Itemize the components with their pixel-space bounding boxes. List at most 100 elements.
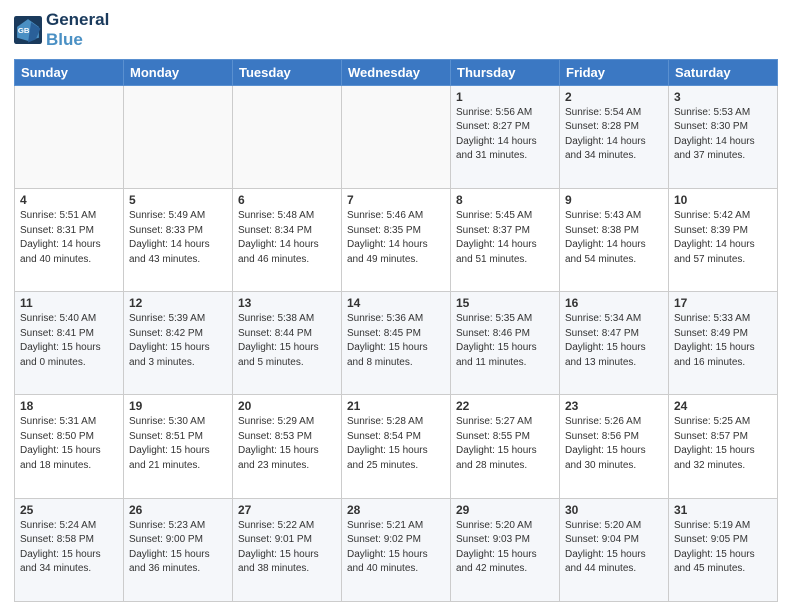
day-number: 29 — [456, 503, 554, 517]
calendar-cell: 18 Sunrise: 5:31 AM Sunset: 8:50 PM Dayli… — [15, 395, 124, 498]
day-info: Sunrise: 5:23 AM Sunset: 9:00 PM Dayligh… — [129, 519, 227, 577]
day-info: Sunrise: 5:22 AM Sunset: 9:01 PM Dayligh… — [238, 519, 336, 577]
day-info: Sunrise: 5:38 AM Sunset: 8:44 PM Dayligh… — [238, 312, 336, 370]
day-info: Sunrise: 5:26 AM Sunset: 8:56 PM Dayligh… — [565, 415, 663, 473]
day-info: Sunrise: 5:33 AM Sunset: 8:49 PM Dayligh… — [674, 312, 772, 370]
calendar-cell: 19 Sunrise: 5:30 AM Sunset: 8:51 PM Dayli… — [124, 395, 233, 498]
day-info: Sunrise: 5:45 AM Sunset: 8:37 PM Dayligh… — [456, 209, 554, 267]
calendar-cell: 24Sunrise: 5:25 AM Sunset: 8:57 PM Dayli… — [669, 395, 778, 498]
logo-icon: GB — [14, 16, 42, 44]
day-info: Sunrise: 5:34 AM Sunset: 8:47 PM Dayligh… — [565, 312, 663, 370]
day-info: Sunrise: 5:36 AM Sunset: 8:45 PM Dayligh… — [347, 312, 445, 370]
day-number: 26 — [129, 503, 227, 517]
calendar-cell: 20 Sunrise: 5:29 AM Sunset: 8:53 PM Dayli… — [233, 395, 342, 498]
calendar-cell — [124, 85, 233, 188]
day-info: Sunrise: 5:21 AM Sunset: 9:02 PM Dayligh… — [347, 519, 445, 577]
day-number: 15 — [456, 296, 554, 310]
day-info: Sunrise: 5:30 AM Sunset: 8:51 PM Dayligh… — [129, 415, 227, 473]
day-number: 28 — [347, 503, 445, 517]
calendar-cell — [233, 85, 342, 188]
day-number: 9 — [565, 193, 663, 207]
calendar-cell — [15, 85, 124, 188]
day-info: Sunrise: 5:20 AM Sunset: 9:03 PM Dayligh… — [456, 519, 554, 577]
day-number: 3 — [674, 90, 772, 104]
day-number: 6 — [238, 193, 336, 207]
calendar-cell: 1Sunrise: 5:56 AM Sunset: 8:27 PM Daylig… — [451, 85, 560, 188]
calendar-cell: 5Sunrise: 5:49 AM Sunset: 8:33 PM Daylig… — [124, 189, 233, 292]
logo: GB General Blue — [14, 10, 109, 51]
day-number: 27 — [238, 503, 336, 517]
calendar-week-2: 4 Sunrise: 5:51 AM Sunset: 8:31 PM Daylig… — [15, 189, 778, 292]
weekday-header-saturday: Saturday — [669, 59, 778, 85]
calendar-cell: 17 Sunrise: 5:33 AM Sunset: 8:49 PM Dayli… — [669, 292, 778, 395]
calendar-cell: 14 Sunrise: 5:36 AM Sunset: 8:45 PM Dayli… — [342, 292, 451, 395]
calendar-cell: 16 Sunrise: 5:34 AM Sunset: 8:47 PM Dayli… — [560, 292, 669, 395]
day-number: 1 — [456, 90, 554, 104]
day-info: Sunrise: 5:25 AM Sunset: 8:57 PM Dayligh… — [674, 415, 772, 473]
day-info: Sunrise: 5:31 AM Sunset: 8:50 PM Dayligh… — [20, 415, 118, 473]
day-number: 18 — [20, 399, 118, 413]
day-info: Sunrise: 5:29 AM Sunset: 8:53 PM Dayligh… — [238, 415, 336, 473]
header: GB General Blue — [14, 10, 778, 51]
calendar-cell: 29 Sunrise: 5:20 AM Sunset: 9:03 PM Dayli… — [451, 498, 560, 601]
day-info: Sunrise: 5:51 AM Sunset: 8:31 PM Dayligh… — [20, 209, 118, 267]
day-info: Sunrise: 5:39 AM Sunset: 8:42 PM Dayligh… — [129, 312, 227, 370]
day-info: Sunrise: 5:40 AM Sunset: 8:41 PM Dayligh… — [20, 312, 118, 370]
weekday-header-tuesday: Tuesday — [233, 59, 342, 85]
day-number: 22 — [456, 399, 554, 413]
day-number: 11 — [20, 296, 118, 310]
calendar-cell: 10 Sunrise: 5:42 AM Sunset: 8:39 PM Dayli… — [669, 189, 778, 292]
day-info: Sunrise: 5:46 AM Sunset: 8:35 PM Dayligh… — [347, 209, 445, 267]
calendar-cell: 11 Sunrise: 5:40 AM Sunset: 8:41 PM Dayli… — [15, 292, 124, 395]
day-number: 30 — [565, 503, 663, 517]
weekday-header-thursday: Thursday — [451, 59, 560, 85]
calendar-cell: 22 Sunrise: 5:27 AM Sunset: 8:55 PM Dayli… — [451, 395, 560, 498]
day-info: Sunrise: 5:35 AM Sunset: 8:46 PM Dayligh… — [456, 312, 554, 370]
day-number: 25 — [20, 503, 118, 517]
day-number: 16 — [565, 296, 663, 310]
day-number: 31 — [674, 503, 772, 517]
calendar-cell: 12Sunrise: 5:39 AM Sunset: 8:42 PM Dayli… — [124, 292, 233, 395]
day-number: 19 — [129, 399, 227, 413]
day-number: 4 — [20, 193, 118, 207]
day-number: 20 — [238, 399, 336, 413]
calendar-cell: 15 Sunrise: 5:35 AM Sunset: 8:46 PM Dayli… — [451, 292, 560, 395]
page: GB General Blue SundayMondayTuesdayWedne… — [0, 0, 792, 612]
weekday-header-wednesday: Wednesday — [342, 59, 451, 85]
calendar-cell: 28 Sunrise: 5:21 AM Sunset: 9:02 PM Dayli… — [342, 498, 451, 601]
day-number: 14 — [347, 296, 445, 310]
calendar-cell: 3Sunrise: 5:53 AM Sunset: 8:30 PM Daylig… — [669, 85, 778, 188]
day-number: 10 — [674, 193, 772, 207]
calendar-cell: 30Sunrise: 5:20 AM Sunset: 9:04 PM Dayli… — [560, 498, 669, 601]
day-info: Sunrise: 5:48 AM Sunset: 8:34 PM Dayligh… — [238, 209, 336, 267]
day-info: Sunrise: 5:49 AM Sunset: 8:33 PM Dayligh… — [129, 209, 227, 267]
day-info: Sunrise: 5:27 AM Sunset: 8:55 PM Dayligh… — [456, 415, 554, 473]
day-number: 17 — [674, 296, 772, 310]
day-number: 2 — [565, 90, 663, 104]
calendar-cell: 23 Sunrise: 5:26 AM Sunset: 8:56 PM Dayli… — [560, 395, 669, 498]
calendar-cell: 31 Sunrise: 5:19 AM Sunset: 9:05 PM Dayli… — [669, 498, 778, 601]
calendar-cell: 26 Sunrise: 5:23 AM Sunset: 9:00 PM Dayli… — [124, 498, 233, 601]
calendar-week-4: 18 Sunrise: 5:31 AM Sunset: 8:50 PM Dayli… — [15, 395, 778, 498]
day-info: Sunrise: 5:19 AM Sunset: 9:05 PM Dayligh… — [674, 519, 772, 577]
logo-text: General Blue — [46, 10, 109, 51]
calendar-cell — [342, 85, 451, 188]
day-number: 23 — [565, 399, 663, 413]
calendar-cell: 13 Sunrise: 5:38 AM Sunset: 8:44 PM Dayli… — [233, 292, 342, 395]
calendar-cell: 8Sunrise: 5:45 AM Sunset: 8:37 PM Daylig… — [451, 189, 560, 292]
weekday-header-row: SundayMondayTuesdayWednesdayThursdayFrid… — [15, 59, 778, 85]
day-info: Sunrise: 5:54 AM Sunset: 8:28 PM Dayligh… — [565, 106, 663, 164]
calendar-cell: 6 Sunrise: 5:48 AM Sunset: 8:34 PM Daylig… — [233, 189, 342, 292]
calendar-cell: 25Sunrise: 5:24 AM Sunset: 8:58 PM Dayli… — [15, 498, 124, 601]
calendar-cell: 21Sunrise: 5:28 AM Sunset: 8:54 PM Dayli… — [342, 395, 451, 498]
calendar-cell: 4 Sunrise: 5:51 AM Sunset: 8:31 PM Daylig… — [15, 189, 124, 292]
weekday-header-monday: Monday — [124, 59, 233, 85]
calendar-cell: 27 Sunrise: 5:22 AM Sunset: 9:01 PM Dayli… — [233, 498, 342, 601]
weekday-header-sunday: Sunday — [15, 59, 124, 85]
weekday-header-friday: Friday — [560, 59, 669, 85]
calendar-week-1: 1Sunrise: 5:56 AM Sunset: 8:27 PM Daylig… — [15, 85, 778, 188]
day-number: 7 — [347, 193, 445, 207]
day-info: Sunrise: 5:43 AM Sunset: 8:38 PM Dayligh… — [565, 209, 663, 267]
day-info: Sunrise: 5:42 AM Sunset: 8:39 PM Dayligh… — [674, 209, 772, 267]
day-number: 13 — [238, 296, 336, 310]
